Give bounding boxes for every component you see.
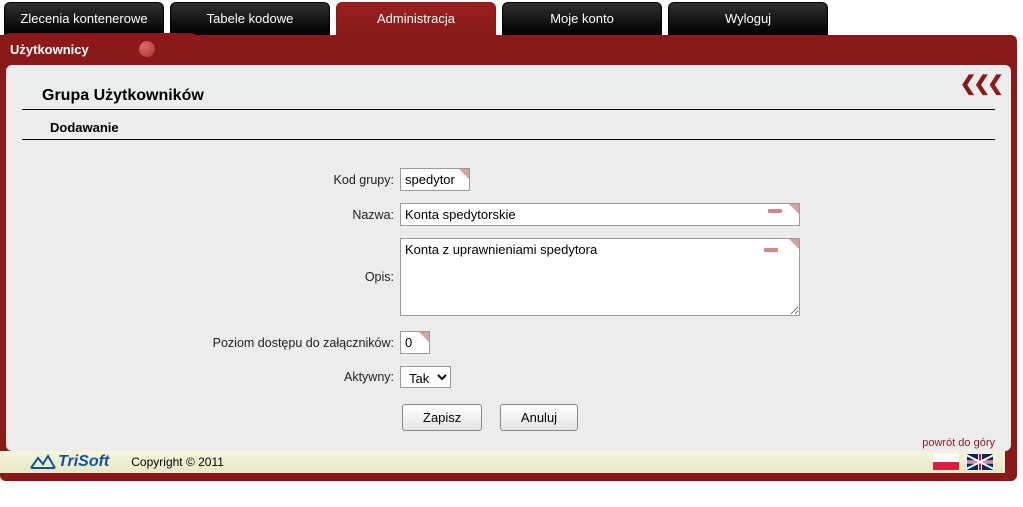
row-nazwa: Nazwa: [22,203,995,226]
main-panel: ❮❮❮ Grupa Użytkowników Dodawanie Kod gru… [6,65,1011,451]
globe-icon [139,41,155,57]
footer: TriSoft Copyright © 2011 [0,451,1005,481]
input-nazwa[interactable] [400,203,800,226]
tab-tabele-kodowe[interactable]: Tabele kodowe [170,2,330,35]
form-buttons: Zapisz Anuluj [402,404,995,431]
tab-label: Wyloguj [725,11,771,26]
flag-uk-icon[interactable] [967,454,993,470]
clear-icon[interactable] [764,248,778,252]
cancel-button[interactable]: Anuluj [500,404,578,431]
tab-label: Tabele kodowe [207,11,294,26]
page-title: Grupa Użytkowników [42,87,995,105]
textarea-opis[interactable] [400,238,800,316]
clear-icon[interactable] [768,209,782,213]
label-poziom: Poziom dostępu do załączników: [22,332,400,354]
language-flags [933,454,993,470]
logo-mountain-icon [30,454,56,470]
brand-logo[interactable]: TriSoft [30,453,109,471]
label-opis: Opis: [22,238,400,288]
select-aktywny[interactable]: Tak Nie [400,366,451,388]
copyright-text: Copyright © 2011 [131,455,224,469]
user-group-form: Kod grupy: Nazwa: Opis: [22,168,995,431]
row-poziom: Poziom dostępu do załączników: [22,331,995,354]
tab-zlecenia-kontenerowe[interactable]: Zlecenia kontenerowe [4,2,164,35]
back-chevrons-icon[interactable]: ❮❮❮ [960,71,1001,96]
input-poziom[interactable] [400,331,430,354]
page-subtitle: Dodawanie [50,120,995,135]
save-button[interactable]: Zapisz [402,404,482,431]
cancel-button-label: Anuluj [521,410,557,425]
subtab-uzytkownicy[interactable]: Użytkownicy [0,33,200,65]
subtitle-divider [22,139,995,140]
label-nazwa: Nazwa: [22,204,400,226]
label-kod-grupy: Kod grupy: [22,169,400,191]
footer-inner: TriSoft Copyright © 2011 [0,451,1005,473]
brand-name: TriSoft [58,453,109,471]
row-aktywny: Aktywny: Tak Nie [22,366,995,388]
back-to-top-link[interactable]: powrót do góry [922,437,995,449]
tab-wyloguj[interactable]: Wyloguj [668,2,828,35]
tab-administracja[interactable]: Administracja [336,2,496,35]
input-kod-grupy[interactable] [400,168,470,191]
content-frame: Użytkownicy ❮❮❮ Grupa Użytkowników Dodaw… [0,35,1017,481]
row-kod-grupy: Kod grupy: [22,168,995,191]
subtab-label: Użytkownicy [10,42,89,57]
tab-label: Moje konto [550,11,614,26]
flag-pl-icon[interactable] [933,454,959,470]
title-divider [22,109,995,110]
tab-label: Zlecenia kontenerowe [20,11,147,26]
subtab-bar: Użytkownicy [0,35,1011,65]
row-opis: Opis: [22,238,995,319]
save-button-label: Zapisz [423,410,461,425]
label-aktywny: Aktywny: [22,366,400,388]
tab-moje-konto[interactable]: Moje konto [502,2,662,35]
top-nav: Zlecenia kontenerowe Tabele kodowe Admin… [4,2,1023,35]
tab-label: Administracja [377,11,455,26]
